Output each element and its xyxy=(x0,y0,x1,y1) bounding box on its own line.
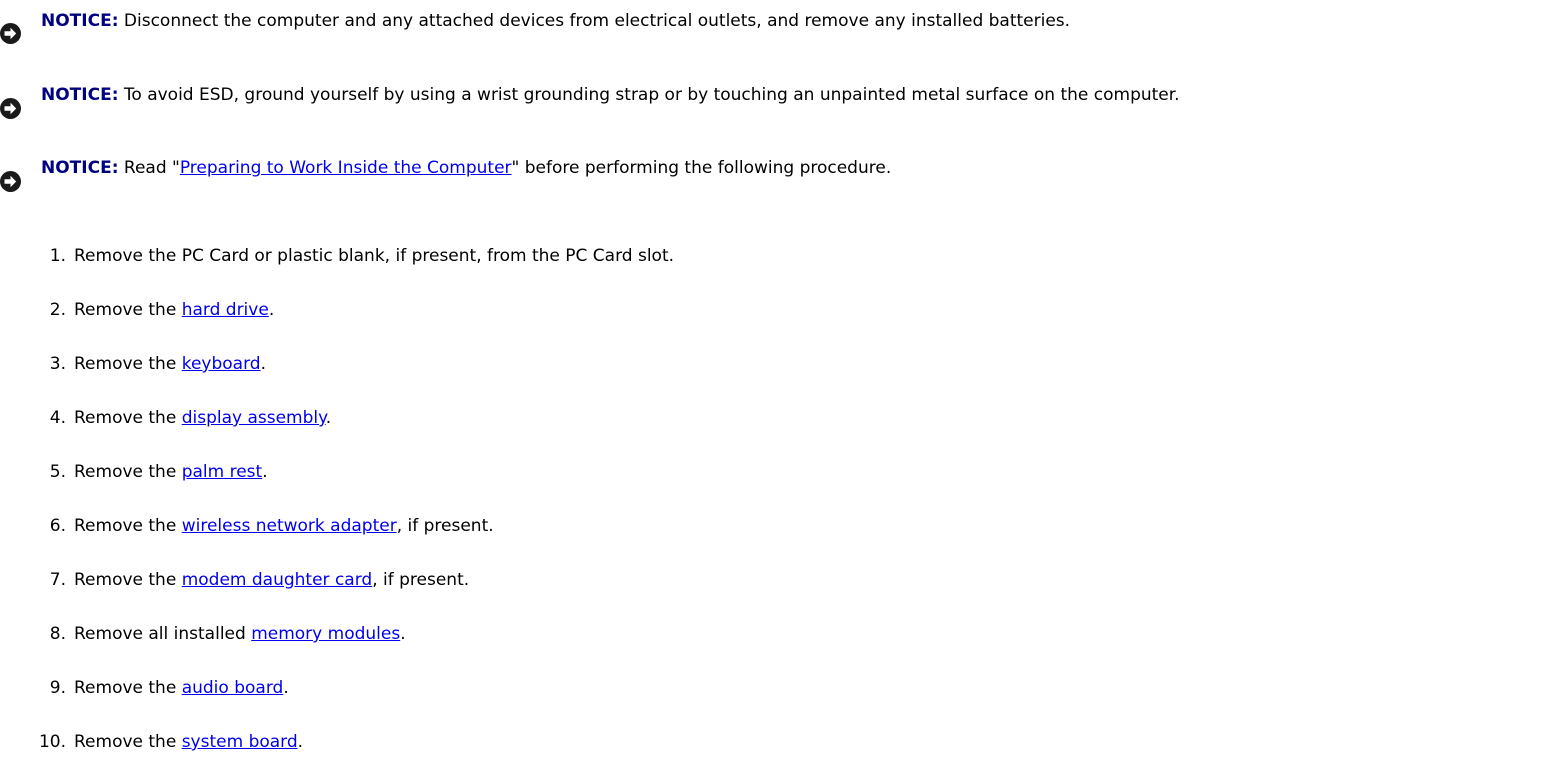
procedure-step: 8. Remove all installed memory modules. xyxy=(0,623,1500,646)
hard-drive-link[interactable]: hard drive xyxy=(182,300,269,320)
step-text: Remove the xyxy=(74,678,182,698)
step-text-post: , if present. xyxy=(396,516,494,536)
step-number: 3. xyxy=(49,354,66,374)
step-text-post: . xyxy=(283,678,289,698)
notice-label: NOTICE: xyxy=(41,11,119,31)
step-text-post: . xyxy=(400,624,406,644)
step-text-post: . xyxy=(262,462,268,482)
step-text-post: . xyxy=(260,354,266,374)
notice-body: To avoid ESD, ground yourself by using a… xyxy=(118,85,1180,105)
notice-text: NOTICE: Read "Preparing to Work Inside t… xyxy=(41,157,1535,180)
notice-body: Disconnect the computer and any attached… xyxy=(118,11,1071,31)
procedure-step: 6. Remove the wireless network adapter, i… xyxy=(0,515,1500,538)
step-text: Remove the xyxy=(74,462,182,482)
notice-body-post: " before performing the following proced… xyxy=(511,158,892,178)
step-text: Remove the xyxy=(74,732,182,752)
wireless-network-adapter-link[interactable]: wireless network adapter xyxy=(182,516,397,536)
notice-text: NOTICE: Disconnect the computer and any … xyxy=(41,10,1535,33)
notice-disconnect: NOTICE: Disconnect the computer and any … xyxy=(0,10,1535,58)
step-number: 7. xyxy=(49,570,66,590)
keyboard-link[interactable]: keyboard xyxy=(182,354,261,374)
procedure-step: 4. Remove the display assembly. xyxy=(0,407,1500,430)
step-number: 2. xyxy=(49,300,66,320)
procedure-step: 7. Remove the modem daughter card, if pre… xyxy=(0,569,1500,592)
step-text: Remove the xyxy=(74,570,182,590)
procedure-step: 1. Remove the PC Card or plastic blank, i… xyxy=(0,245,1500,268)
notice-label: NOTICE: xyxy=(41,85,119,105)
step-number: 6. xyxy=(49,516,66,536)
procedure-step: 2. Remove the hard drive. xyxy=(0,299,1500,322)
notice-preparing: NOTICE: Read "Preparing to Work Inside t… xyxy=(0,157,1535,192)
procedure-step: 3. Remove the keyboard. xyxy=(0,353,1500,376)
step-text: Remove the PC Card or plastic blank, if … xyxy=(74,246,675,266)
step-text-post: . xyxy=(297,732,304,752)
step-text: Remove the xyxy=(74,354,182,374)
palm-rest-link[interactable]: palm rest xyxy=(182,462,263,482)
display-assembly-link[interactable]: display assembly xyxy=(182,408,326,428)
step-text-post: , if present. xyxy=(372,570,470,590)
notice-esd: NOTICE: To avoid ESD, ground yourself by… xyxy=(0,84,1535,132)
step-text: Remove the xyxy=(74,516,182,536)
modem-daughter-card-link[interactable]: modem daughter card xyxy=(182,570,373,590)
notice-arrow-icon xyxy=(0,23,21,44)
step-number: 1. xyxy=(49,246,66,266)
memory-modules-link[interactable]: memory modules xyxy=(251,624,400,644)
procedure-step: 9. Remove the audio board. xyxy=(0,677,1500,700)
step-number: 9. xyxy=(49,678,66,698)
notice-arrow-icon xyxy=(0,98,21,119)
step-text: Remove all installed xyxy=(74,624,252,644)
step-text: Remove the xyxy=(74,300,182,320)
notice-text: NOTICE: To avoid ESD, ground yourself by… xyxy=(41,84,1535,107)
notice-body-pre: Read " xyxy=(118,158,180,178)
step-text-post: . xyxy=(325,408,332,428)
system-board-link[interactable]: system board xyxy=(182,732,298,752)
step-number: 4. xyxy=(49,408,66,428)
preparing-link[interactable]: Preparing to Work Inside the Computer xyxy=(180,158,512,178)
procedure-step: 10. Remove the system board. xyxy=(0,731,1500,754)
notice-label: NOTICE: xyxy=(41,158,119,178)
step-text-post: . xyxy=(268,300,275,320)
audio-board-link[interactable]: audio board xyxy=(182,678,284,698)
step-text: Remove the xyxy=(74,408,182,428)
step-number: 8. xyxy=(49,624,66,644)
step-number: 10. xyxy=(38,732,66,752)
notice-arrow-icon xyxy=(0,171,21,192)
step-number: 5. xyxy=(49,462,66,482)
procedure-step: 5. Remove the palm rest. xyxy=(0,461,1500,484)
